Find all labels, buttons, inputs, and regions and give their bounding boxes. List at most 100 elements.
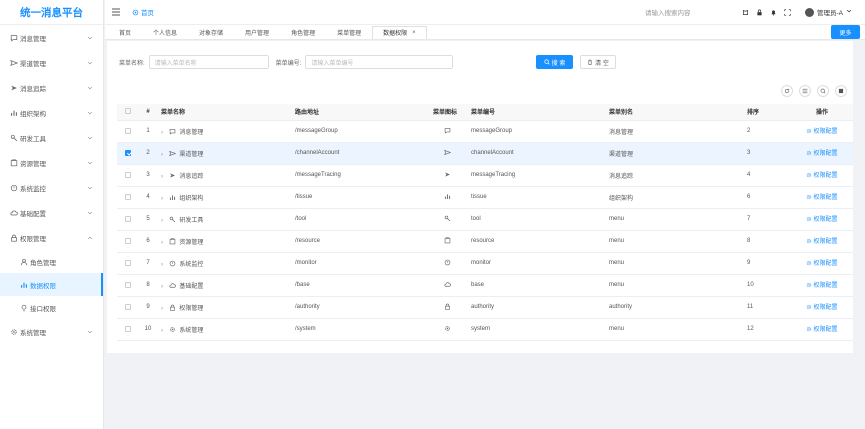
row-menu-name: 基础配置 [179, 283, 204, 290]
reset-button[interactable]: 清 空 [580, 55, 616, 69]
sidebar-item-system[interactable]: 系统管理 [0, 319, 103, 344]
sidebar-subitem-0[interactable]: 角色管理 [0, 250, 103, 273]
permission-config-link[interactable]: 权限配置 [806, 170, 838, 179]
chevron-down-icon [87, 35, 93, 41]
refresh-icon[interactable] [781, 85, 793, 97]
search-button[interactable]: 搜 索 [536, 55, 573, 69]
table-row[interactable]: 8 › 基础配置 /base base menu 10 权限配置 [117, 274, 853, 297]
fullscreen-icon[interactable] [784, 8, 791, 16]
select-all-cell[interactable] [117, 104, 139, 121]
row-select-cell[interactable] [117, 208, 139, 231]
row-select-cell[interactable] [117, 186, 139, 209]
row-select-cell[interactable] [117, 252, 139, 275]
expand-arrow-icon[interactable]: › [161, 328, 167, 334]
breadcrumb[interactable]: 首页 [132, 7, 154, 17]
row-select-cell[interactable] [117, 274, 139, 297]
table-row[interactable]: 6 › 资源管理 /resource resource menu 8 权限配置 [117, 230, 853, 253]
row-checkbox[interactable] [125, 127, 131, 134]
row-checkbox[interactable] [125, 237, 131, 244]
row-checkbox[interactable] [125, 149, 131, 156]
search-toggle-icon[interactable] [817, 85, 829, 97]
expand-arrow-icon[interactable]: › [161, 218, 167, 224]
tab-2[interactable]: 对象存储 [188, 26, 234, 39]
row-checkbox[interactable] [125, 303, 131, 310]
permission-config-link[interactable]: 权限配置 [806, 258, 838, 267]
expand-arrow-icon[interactable]: › [161, 262, 167, 268]
expand-arrow-icon[interactable]: › [161, 196, 167, 202]
user-menu[interactable]: 管理员-A [805, 7, 852, 17]
density-icon[interactable] [835, 85, 847, 97]
table-row[interactable]: 1 › 消息管理 /messageGroup messageGroup 消息管理… [117, 120, 853, 143]
table-row[interactable]: 5 › 研发工具 /tool tool menu 7 权限配置 [117, 208, 853, 231]
table-row[interactable]: 7 › 系统监控 /monitor monitor menu 9 权限配置 [117, 252, 853, 275]
expand-arrow-icon[interactable]: › [161, 152, 167, 158]
lock-screen-icon[interactable] [756, 9, 763, 16]
row-select-cell[interactable] [117, 318, 139, 341]
sidebar-subitem-2[interactable]: 接口权限 [0, 296, 103, 319]
app-logo[interactable]: 统一消息平台 [0, 0, 103, 25]
tool-icon [444, 215, 451, 222]
row-checkbox[interactable] [125, 193, 131, 200]
table-row[interactable]: 9 › 权限管理 /authority authority authority … [117, 296, 853, 319]
row-checkbox[interactable] [125, 259, 131, 266]
chart-icon [19, 280, 28, 289]
row-select-cell[interactable] [117, 120, 139, 143]
tab-6[interactable]: 数据权限 × [372, 25, 427, 39]
sidebar-item-cloud[interactable]: 基础配置 [0, 200, 103, 225]
menu-code-input[interactable]: 请输入菜单编号 [305, 55, 454, 69]
table-row[interactable]: 10 › 系统管理 /system system menu 12 权限配置 [117, 318, 853, 341]
table-row[interactable]: 3 › 消息追踪 /messageTracing messageTracing … [117, 164, 853, 187]
expand-arrow-icon[interactable]: › [161, 240, 167, 246]
permission-config-link[interactable]: 权限配置 [806, 126, 838, 135]
permission-config-link[interactable]: 权限配置 [806, 280, 838, 289]
sidebar-item-message[interactable]: 消息管理 [0, 25, 103, 50]
columns-icon[interactable] [799, 85, 811, 97]
row-select-cell[interactable] [117, 164, 139, 187]
permission-config-link[interactable]: 权限配置 [806, 302, 838, 311]
permission-config-link[interactable]: 权限配置 [806, 148, 838, 157]
sidebar-item-org[interactable]: 组织架构 [0, 100, 103, 125]
close-icon[interactable]: × [412, 30, 416, 36]
row-select-cell[interactable] [117, 296, 139, 319]
row-index: 5 [139, 208, 157, 231]
sidebar-item-monitor[interactable]: 系统监控 [0, 175, 103, 200]
permission-config-link[interactable]: 权限配置 [806, 214, 838, 223]
expand-arrow-icon[interactable]: › [161, 130, 167, 136]
sidebar-subitem-1[interactable]: 数据权限 [0, 273, 103, 296]
row-select-cell[interactable] [117, 142, 139, 165]
row-checkbox[interactable] [125, 281, 131, 288]
breadcrumb-home[interactable]: 首页 [141, 7, 154, 17]
row-checkbox[interactable] [125, 171, 131, 178]
tab-1[interactable]: 个人信息 [142, 26, 188, 39]
theme-icon[interactable] [742, 9, 749, 16]
user-name[interactable]: 管理员-A [817, 7, 843, 17]
permission-config-link[interactable]: 权限配置 [806, 192, 838, 201]
menu-name-input[interactable]: 请输入菜单名称 [148, 55, 269, 69]
chevron-down-icon[interactable] [846, 8, 852, 16]
sidebar-item-lock[interactable]: 权限管理 [0, 225, 103, 250]
tab-4[interactable]: 角色管理 [280, 26, 326, 39]
row-checkbox[interactable] [125, 325, 131, 332]
select-all-checkbox[interactable] [125, 108, 131, 115]
sidebar-item-trace[interactable]: 消息追踪 [0, 75, 103, 100]
permission-config-link[interactable]: 权限配置 [806, 324, 838, 333]
tab-3[interactable]: 用户管理 [234, 26, 280, 39]
tab-0[interactable]: 首页 [108, 26, 142, 39]
expand-arrow-icon[interactable]: › [161, 284, 167, 290]
expand-arrow-icon[interactable]: › [161, 306, 167, 312]
hamburger-icon[interactable] [111, 7, 121, 17]
row-checkbox[interactable] [125, 215, 131, 222]
table-row[interactable]: 4 › 组织架构 /tissue tissue 组织架构 6 权限配置 [117, 186, 853, 209]
sidebar-item-send[interactable]: 渠道管理 [0, 50, 103, 75]
top-search-input[interactable]: 请输入搜索内容 [645, 7, 691, 17]
row-select-cell[interactable] [117, 230, 139, 253]
sidebar-item-tool[interactable]: 研发工具 [0, 125, 103, 150]
avatar[interactable] [805, 7, 814, 17]
sidebar-item-resource[interactable]: 资源管理 [0, 150, 103, 175]
tab-5[interactable]: 菜单管理 [326, 26, 372, 39]
table-row[interactable]: 2 › 渠道管理 /channelAccount channelAccount … [117, 142, 853, 165]
expand-arrow-icon[interactable]: › [161, 174, 167, 180]
notification-icon[interactable] [770, 9, 777, 16]
more-button[interactable]: 更多 [831, 25, 860, 39]
permission-config-link[interactable]: 权限配置 [806, 236, 838, 245]
